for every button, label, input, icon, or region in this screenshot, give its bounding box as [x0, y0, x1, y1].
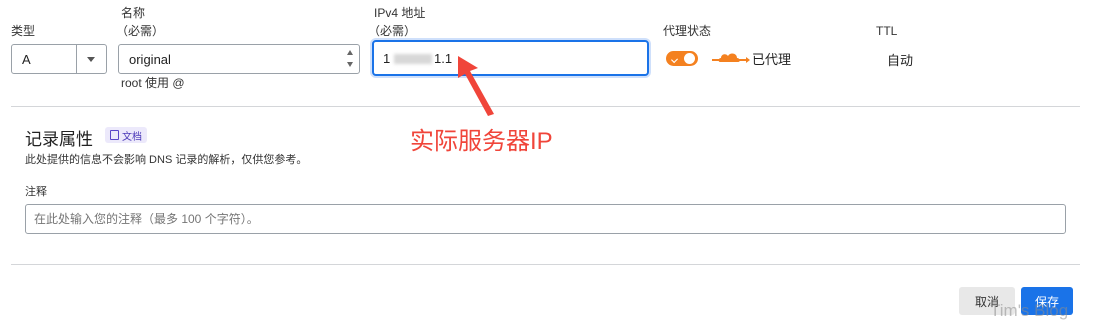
cloud-icon [712, 53, 750, 63]
docs-link-label: 文档 [122, 131, 142, 143]
proxy-status-text: 已代理 [752, 52, 792, 67]
divider-top [11, 106, 1080, 107]
redacted-blur [394, 54, 432, 64]
name-required: （必需） [116, 24, 165, 38]
type-select-value: A [22, 52, 31, 67]
name-label: 名称 [121, 6, 146, 20]
name-input-value: original [129, 52, 171, 67]
name-input[interactable]: original [118, 44, 360, 74]
attributes-title: 记录属性 [25, 130, 93, 149]
name-hint: root 使用 @ [121, 76, 185, 90]
divider-bottom [11, 264, 1080, 265]
chevron-down-icon[interactable] [87, 57, 95, 62]
ipv4-label: IPv4 地址 [374, 6, 426, 20]
ttl-label: TTL [876, 24, 898, 38]
book-icon [110, 130, 119, 140]
ttl-value: 自动 [887, 53, 914, 68]
watermark: Tim's Blog [990, 301, 1069, 320]
annotation-arrow-icon [458, 56, 494, 116]
check-icon [671, 56, 679, 64]
toggle-knob [684, 53, 695, 64]
type-label: 类型 [11, 24, 36, 38]
stepper-down-icon[interactable] [347, 62, 353, 67]
proxy-label: 代理状态 [663, 24, 712, 38]
attributes-description: 此处提供的信息不会影响 DNS 记录的解析，仅供您参考。 [25, 154, 308, 166]
ipv4-required: （必需） [368, 24, 417, 38]
type-select-divider [76, 45, 77, 73]
proxy-toggle[interactable] [666, 51, 698, 66]
comment-label: 注释 [25, 186, 47, 198]
comment-input[interactable] [25, 204, 1066, 234]
type-select[interactable]: A [11, 44, 107, 74]
ipv4-value-start: 1 [383, 51, 391, 66]
docs-link[interactable]: 文档 [105, 127, 147, 143]
stepper-up-icon[interactable] [347, 50, 353, 55]
ipv4-input[interactable]: 1 1.1 [372, 40, 649, 76]
annotation-text: 实际服务器IP [410, 128, 553, 155]
